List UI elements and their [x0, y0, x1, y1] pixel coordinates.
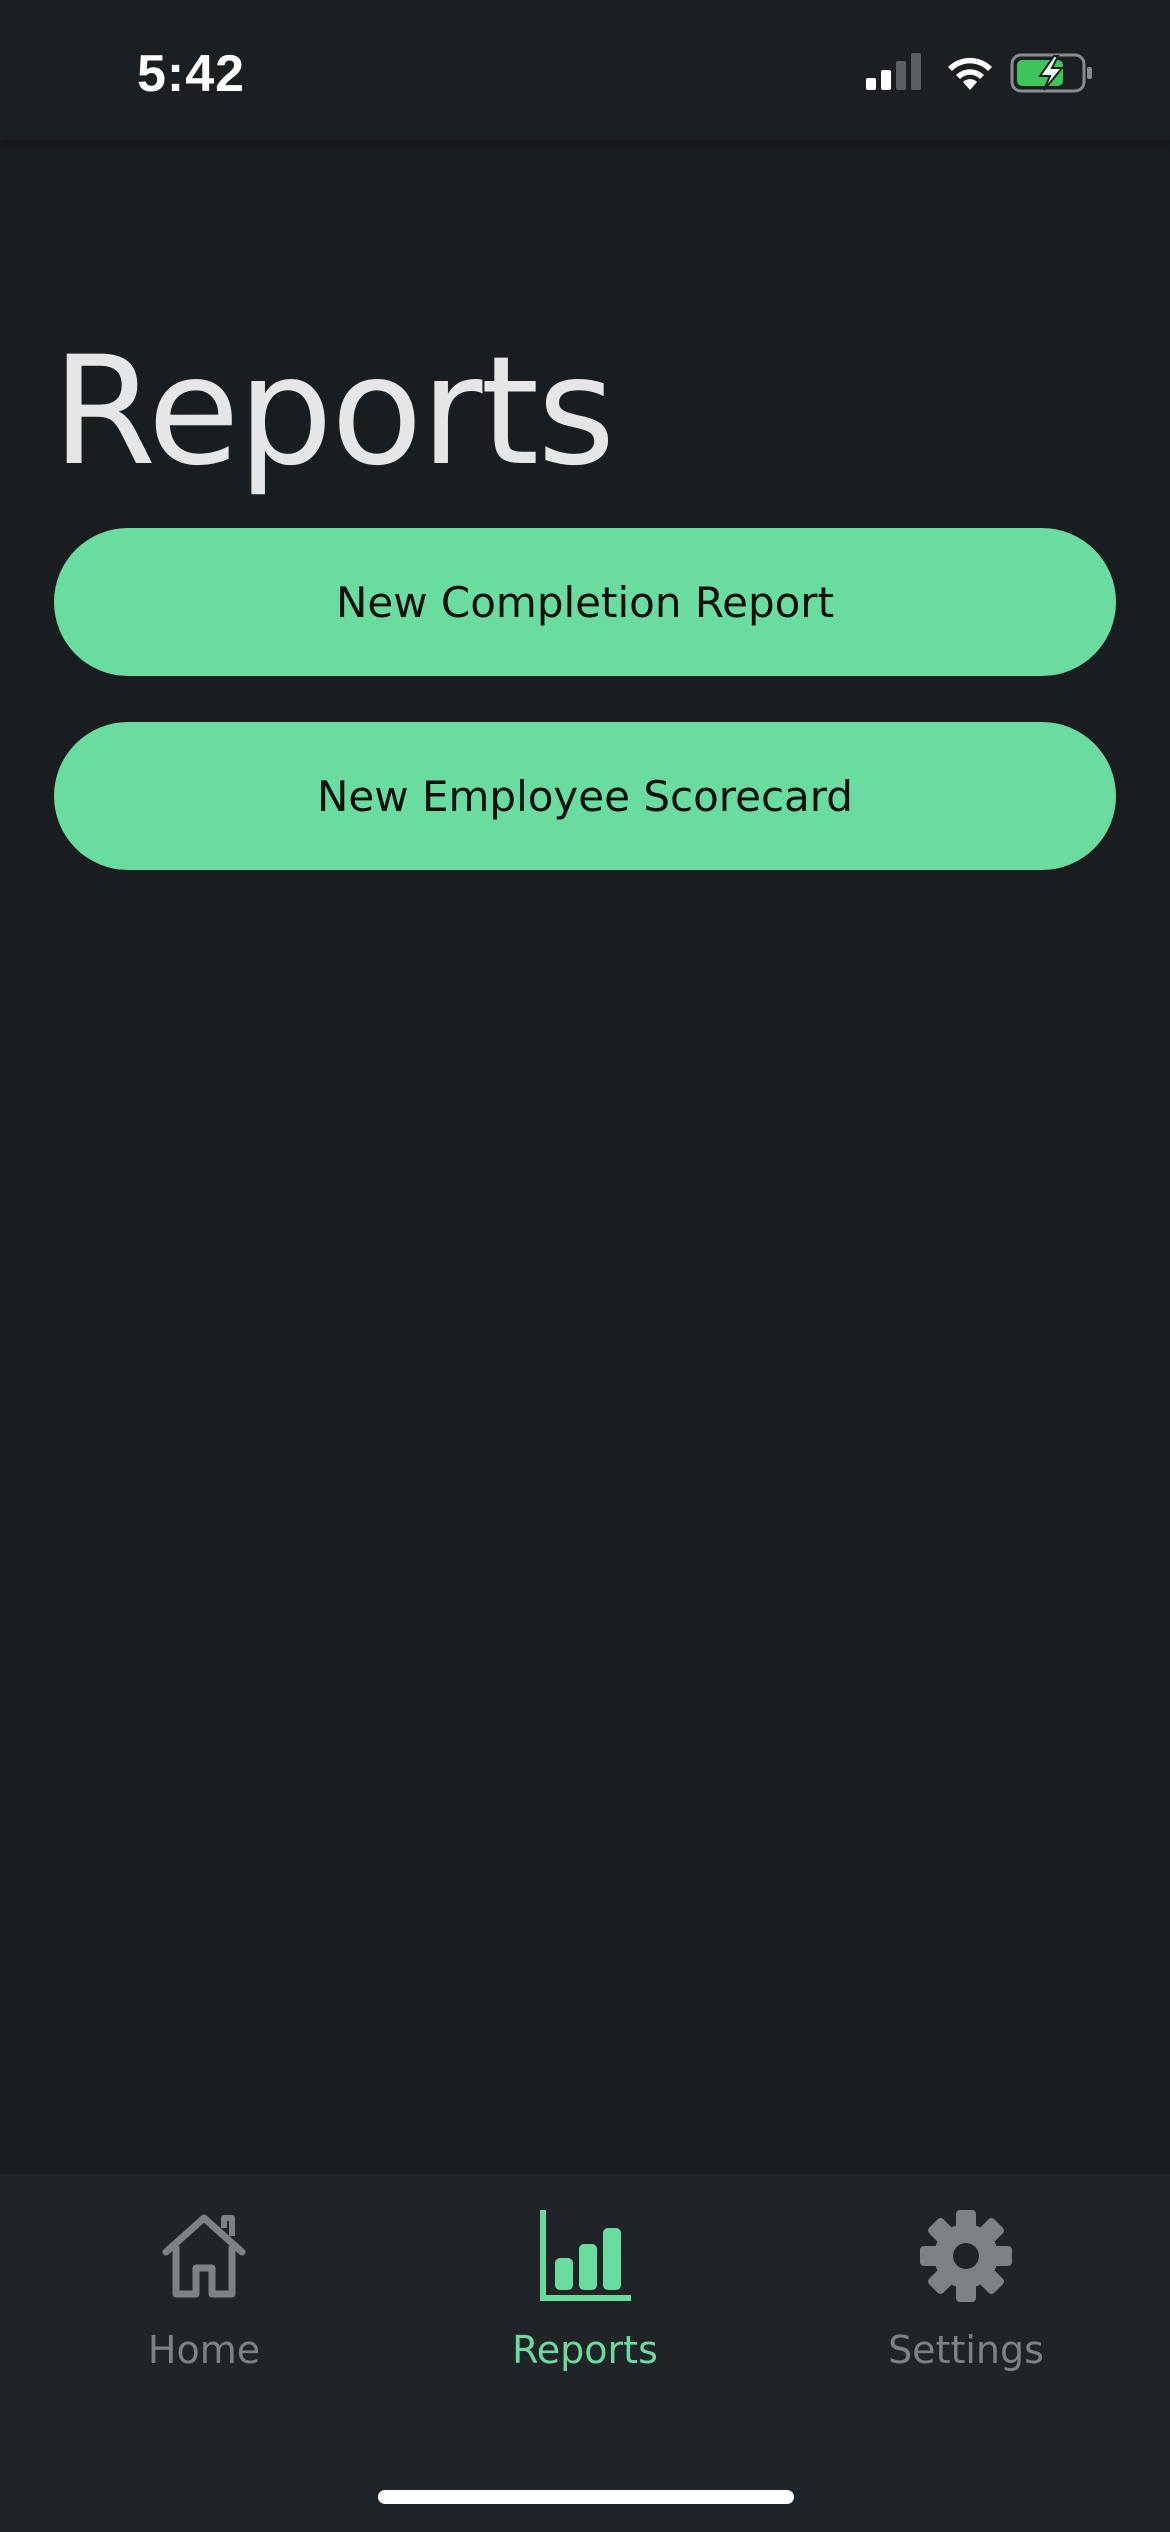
- home-indicator[interactable]: [378, 2490, 794, 2504]
- gear-icon: [920, 2210, 1012, 2302]
- battery-charging-icon: [1010, 53, 1092, 93]
- tab-reports-label: Reports: [512, 2328, 658, 2372]
- tab-settings[interactable]: Settings: [771, 2174, 1161, 2414]
- tab-bar: Home Reports Settings: [0, 2174, 1170, 2532]
- new-completion-report-button[interactable]: New Completion Report: [54, 528, 1116, 676]
- new-employee-scorecard-button[interactable]: New Employee Scorecard: [54, 722, 1116, 870]
- app-screen: 5:42 Reports New Completion Report New E…: [0, 0, 1170, 2532]
- status-bar: 5:42: [0, 0, 1170, 140]
- cellular-signal-icon: [866, 53, 921, 90]
- tab-settings-label: Settings: [888, 2328, 1044, 2372]
- tab-home-label: Home: [147, 2328, 261, 2372]
- tab-reports[interactable]: Reports: [390, 2174, 780, 2414]
- tab-home[interactable]: Home: [9, 2174, 399, 2414]
- page-title: Reports: [52, 324, 615, 499]
- wifi-icon: [948, 57, 992, 90]
- status-time: 5:42: [137, 45, 246, 103]
- bar-chart-icon: [540, 2210, 631, 2301]
- home-icon: [162, 2214, 246, 2298]
